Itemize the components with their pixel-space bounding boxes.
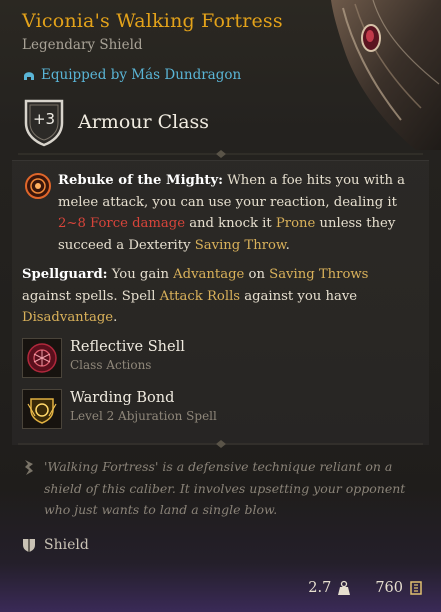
item-category: Shield	[22, 537, 89, 553]
reflective-shell-icon	[22, 338, 62, 378]
item-footer: 2.7 760	[308, 580, 423, 596]
divider	[18, 440, 423, 448]
item-tooltip: Viconia's Walking Fortress Legendary Shi…	[0, 0, 441, 612]
rebuke-text: and knock it	[185, 216, 276, 231]
damage-link[interactable]: 2~8 Force damage	[58, 216, 185, 231]
category-label: Shield	[44, 537, 89, 553]
advantage-link[interactable]: Advantage	[173, 267, 244, 282]
warding-bond-icon	[22, 389, 62, 429]
action-type: Class Actions	[70, 358, 152, 372]
prone-link[interactable]: Prone	[276, 216, 315, 231]
rebuke-name: Rebuke of the Mighty:	[58, 173, 224, 188]
item-rarity: Legendary Shield	[22, 37, 143, 53]
flavor-text: 'Walking Fortress' is a defensive techni…	[44, 459, 406, 517]
action-reflective-shell[interactable]: Reflective Shell Class Actions	[22, 338, 185, 378]
spellguard-text: .	[113, 310, 118, 325]
action-name: Reflective Shell	[70, 339, 185, 355]
spellguard-text: You gain	[107, 267, 174, 282]
item-name: Viconia's Walking Fortress	[22, 10, 283, 32]
armour-class-row: +3 Armour Class	[22, 97, 209, 147]
shield-artwork	[331, 0, 441, 150]
shield-category-icon	[23, 539, 35, 552]
weight-value: 2.7	[308, 580, 332, 596]
gold-value: 760	[375, 580, 403, 596]
action-type: Level 2 Abjuration Spell	[70, 409, 217, 423]
gold-icon	[410, 581, 422, 595]
armour-value: +3	[32, 110, 56, 128]
rebuke-icon	[25, 173, 51, 199]
action-warding-bond[interactable]: Warding Bond Level 2 Abjuration Spell	[22, 389, 217, 429]
spellguard-text: against spells. Spell	[22, 288, 160, 304]
disadvantage-link[interactable]: Disadvantage	[22, 310, 113, 325]
rebuke-text: .	[285, 237, 290, 253]
helmet-icon	[24, 72, 34, 80]
spellguard-name: Spellguard:	[22, 267, 108, 282]
armour-shield-icon: +3	[22, 97, 66, 147]
spellguard-text: on	[244, 267, 270, 282]
action-name: Warding Bond	[70, 390, 175, 406]
spellguard-passive: Spellguard: You gain Advantage on Saving…	[22, 264, 412, 329]
saving-throw-link[interactable]: Saving Throw	[195, 238, 286, 253]
saving-throws-link[interactable]: Saving Throws	[269, 267, 368, 282]
equipped-by-text: Equipped by Más Dundragon	[41, 67, 242, 83]
rebuke-passive: Rebuke of the Mighty: When a foe hits yo…	[58, 170, 418, 256]
equipped-by: Equipped by Más Dundragon	[22, 67, 241, 83]
quill-icon	[25, 460, 33, 475]
divider	[18, 150, 423, 158]
attack-rolls-link[interactable]: Attack Rolls	[160, 289, 240, 304]
spellguard-text: against you have	[240, 288, 358, 304]
armour-class-label: Armour Class	[78, 111, 210, 133]
weight-icon	[338, 580, 351, 595]
